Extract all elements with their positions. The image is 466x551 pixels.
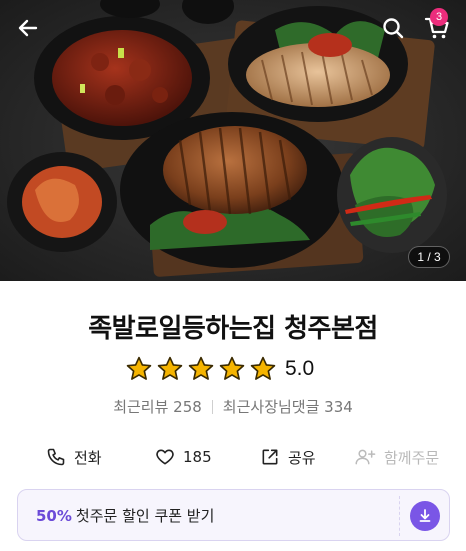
share-button[interactable]: 공유	[260, 440, 316, 474]
star-icon	[188, 356, 214, 380]
coupon-percent: 50%	[36, 506, 72, 525]
star-icon	[157, 356, 183, 380]
coupon-text: 50% 첫주문 할인 쿠폰 받기	[36, 505, 214, 526]
arrow-left-icon	[18, 19, 38, 37]
share-icon	[262, 449, 278, 465]
heart-icon	[156, 449, 174, 465]
star-icon	[126, 356, 152, 380]
like-count: 185	[183, 448, 212, 466]
divider	[211, 399, 213, 414]
star-icon	[250, 356, 276, 380]
store-actions: 전화 185 공유 함께주문	[0, 440, 466, 474]
store-rating[interactable]: 5.0	[125, 354, 314, 384]
first-order-coupon-banner[interactable]: 50% 첫주문 할인 쿠폰 받기	[17, 489, 450, 541]
group-order-label: 함께주문	[384, 448, 440, 467]
search-icon	[383, 18, 404, 39]
star-icon	[219, 356, 245, 380]
hero-image[interactable]: 3 1 / 3	[0, 0, 466, 281]
like-button[interactable]: 185	[155, 440, 212, 474]
coupon-label: 첫주문 할인 쿠폰 받기	[75, 506, 215, 525]
review-counts: 최근리뷰 258 최근사장님댓글 334	[0, 396, 466, 417]
image-page-counter: 1 / 3	[408, 246, 450, 268]
call-button[interactable]: 전화	[46, 440, 102, 474]
group-order-button[interactable]: 함께주문	[354, 440, 439, 474]
rating-stars	[125, 355, 277, 383]
phone-icon	[47, 448, 65, 466]
recent-owner-replies-count[interactable]: 최근사장님댓글 334	[223, 396, 353, 417]
share-label: 공유	[288, 448, 316, 467]
add-user-icon	[355, 449, 376, 465]
rating-value: 5.0	[285, 357, 315, 380]
coupon-divider	[399, 496, 400, 536]
coupon-download-button[interactable]	[410, 501, 440, 531]
cart-count-badge: 3	[430, 8, 448, 26]
store-name: 족발로일등하는집 청주본점	[88, 314, 378, 344]
download-icon	[419, 509, 431, 522]
call-label: 전화	[74, 448, 102, 467]
recent-reviews-count[interactable]: 최근리뷰 258	[113, 396, 202, 417]
search-button[interactable]	[373, 8, 413, 48]
back-button[interactable]	[8, 8, 48, 48]
